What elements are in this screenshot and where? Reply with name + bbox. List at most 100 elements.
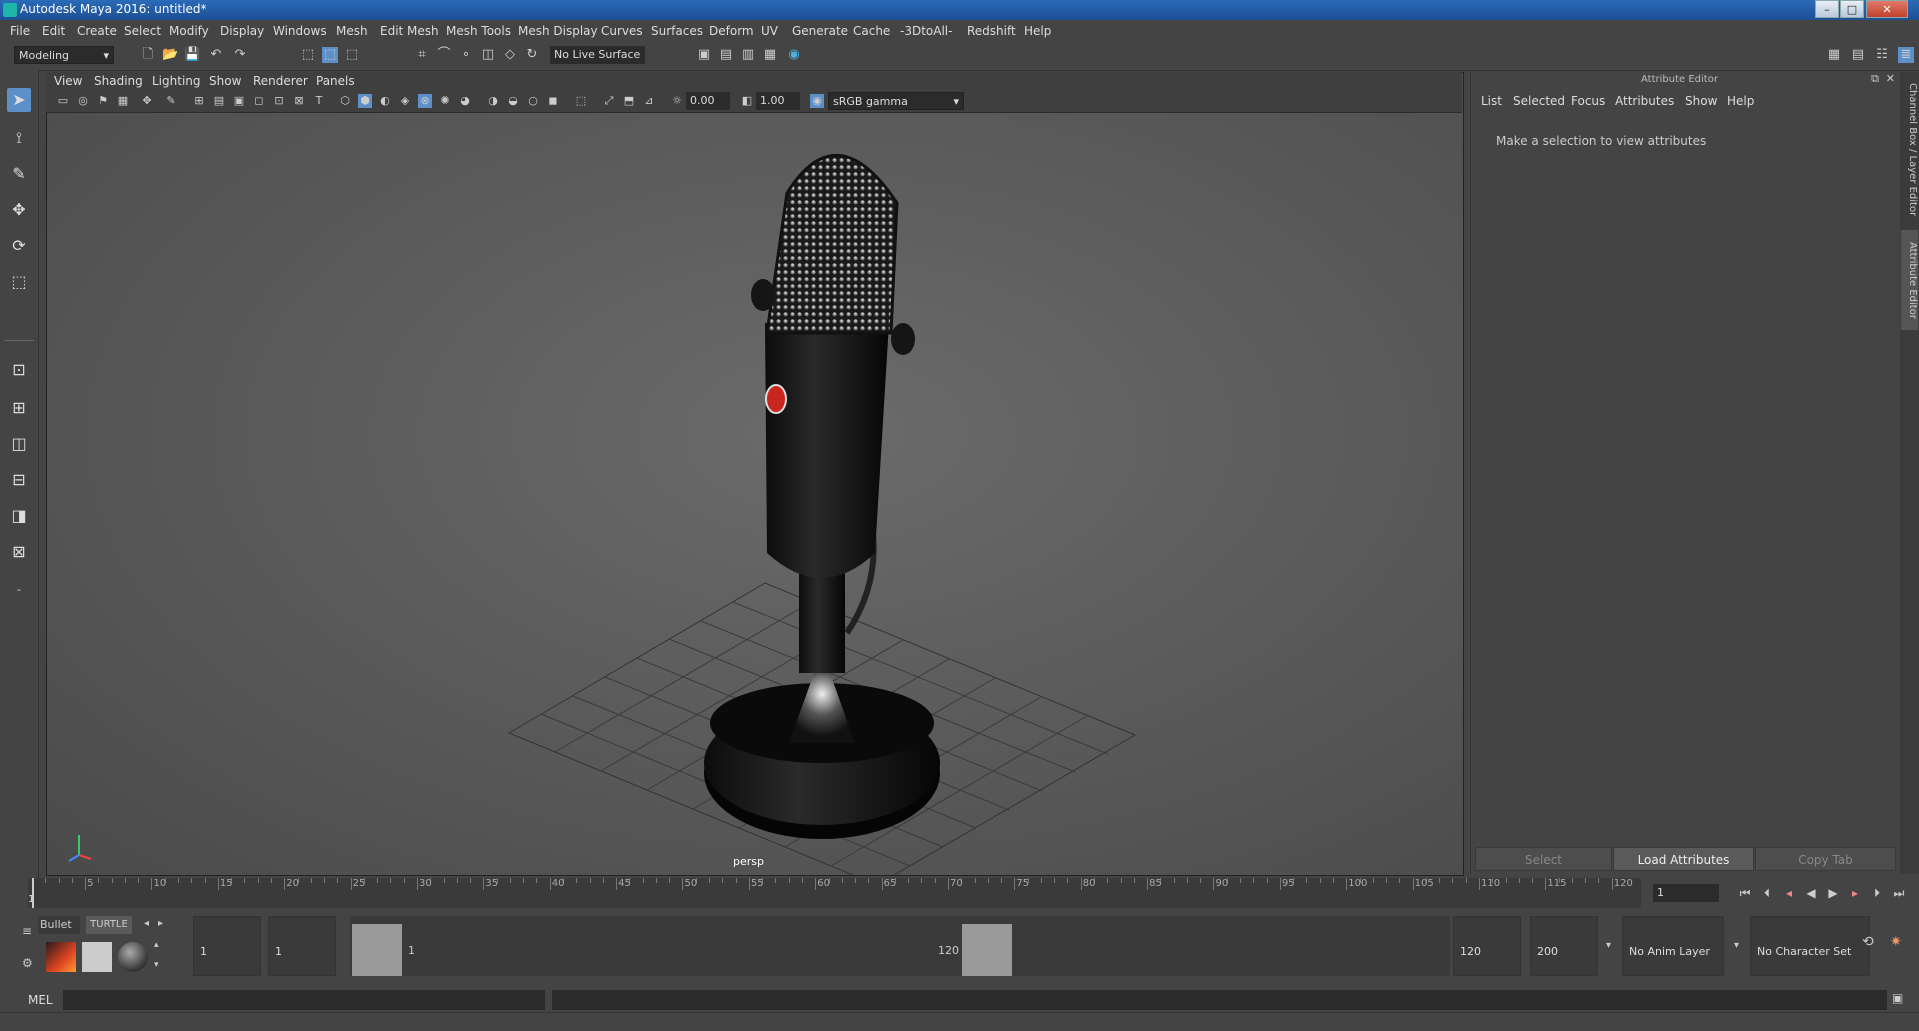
- multisample-icon[interactable]: ◒: [506, 94, 520, 108]
- outliner-icon[interactable]: ☷: [1874, 47, 1890, 63]
- menu-mesh[interactable]: Mesh: [336, 24, 368, 38]
- live-surface-field[interactable]: No Live Surface: [550, 46, 645, 64]
- hypershade-icon[interactable]: ◉: [786, 47, 802, 63]
- menu-surfaces[interactable]: Surfaces: [651, 24, 703, 38]
- shelf-scroll-up-icon[interactable]: ▴: [154, 940, 159, 950]
- anim-prefs-icon[interactable]: ✷: [1890, 934, 1902, 950]
- select-object-icon[interactable]: ⬚: [322, 47, 338, 63]
- shelf-tab-bullet[interactable]: Bullet: [38, 916, 80, 934]
- bookmark-icon[interactable]: ⚑: [96, 94, 110, 108]
- xray-icon[interactable]: ⊗: [418, 94, 432, 108]
- two-pane-layout-icon[interactable]: ◫: [7, 432, 31, 456]
- playback-end-field[interactable]: 120: [1453, 916, 1521, 976]
- two-d-pan-icon[interactable]: ✥: [140, 94, 154, 108]
- render-settings-icon[interactable]: ▣: [696, 47, 712, 63]
- vp-menu-panels[interactable]: Panels: [316, 74, 355, 88]
- playback-start-field[interactable]: 1: [268, 916, 336, 976]
- menu-cache[interactable]: Cache: [853, 24, 890, 38]
- menu-modify[interactable]: Modify: [169, 24, 209, 38]
- tab-channel-box[interactable]: Channel Box / Layer Editor: [1901, 80, 1918, 220]
- step-forward-frame-icon[interactable]: ▸: [1847, 884, 1863, 902]
- menu-uv[interactable]: UV: [761, 24, 778, 38]
- mode-dropdown[interactable]: Modeling ▾: [14, 46, 114, 64]
- image-plane-icon[interactable]: ▦: [116, 94, 130, 108]
- close-button[interactable]: ✕: [1866, 0, 1908, 18]
- attr-menu-show[interactable]: Show: [1685, 94, 1717, 108]
- command-input[interactable]: [63, 990, 545, 1010]
- select-hierarchy-icon[interactable]: ⬚: [300, 47, 316, 63]
- tab-attribute-editor[interactable]: Attribute Editor: [1901, 230, 1918, 330]
- safe-title-icon[interactable]: T: [312, 94, 326, 108]
- menu-redshift[interactable]: Redshift: [967, 24, 1016, 38]
- vp-menu-show[interactable]: Show: [209, 74, 241, 88]
- snap-surface-icon[interactable]: ◇: [502, 47, 518, 63]
- scale-tool-icon[interactable]: ⬚: [7, 270, 31, 294]
- select-component-icon[interactable]: ⬚: [344, 47, 360, 63]
- menu-select[interactable]: Select: [124, 24, 161, 38]
- close-panel-icon[interactable]: ✕: [1886, 72, 1895, 85]
- menu-display[interactable]: Display: [220, 24, 264, 38]
- more-layouts-icon[interactable]: -: [7, 578, 31, 602]
- go-to-start-icon[interactable]: ⏮: [1737, 884, 1753, 902]
- snap-point-icon[interactable]: ∘: [458, 47, 474, 63]
- snap-grid-icon[interactable]: ⌗: [414, 47, 430, 63]
- lasso-tool-icon[interactable]: ⟟: [7, 126, 31, 150]
- snap-live-icon[interactable]: ↻: [524, 47, 540, 63]
- open-scene-icon[interactable]: 📂: [162, 47, 178, 63]
- ambient-occlusion-icon[interactable]: ◕: [458, 94, 472, 108]
- hypershade-layout-icon[interactable]: ⊠: [7, 540, 31, 564]
- graph-layout-icon[interactable]: ◨: [7, 504, 31, 528]
- safe-action-icon[interactable]: ⊠: [292, 94, 306, 108]
- menu-help[interactable]: Help: [1024, 24, 1051, 38]
- smooth-shade-icon[interactable]: ⬢: [358, 94, 372, 108]
- camera-select-icon[interactable]: ▭: [56, 94, 70, 108]
- character-set-dropdown[interactable]: No Character Set: [1750, 916, 1870, 976]
- start-time-field[interactable]: 1: [193, 916, 261, 976]
- shelf-scroll-down-icon[interactable]: ▾: [154, 960, 159, 970]
- attr-menu-list[interactable]: List: [1481, 94, 1502, 108]
- script-editor-icon[interactable]: ▣: [1892, 991, 1903, 1005]
- menu-generate[interactable]: Generate: [792, 24, 848, 38]
- chevron-down-icon[interactable]: ▾: [1606, 940, 1611, 951]
- vp-menu-view[interactable]: View: [54, 74, 82, 88]
- menu-3dtoall[interactable]: -3DtoAll-: [900, 24, 952, 38]
- camera-fit-icon[interactable]: ⊿: [642, 94, 656, 108]
- ipr-render-icon[interactable]: ▥: [740, 47, 756, 63]
- vp-menu-shading[interactable]: Shading: [94, 74, 143, 88]
- paint-select-tool-icon[interactable]: ✎: [7, 162, 31, 186]
- attr-menu-selected[interactable]: Selected: [1513, 94, 1565, 108]
- menu-edit[interactable]: Edit: [42, 24, 65, 38]
- render-view-icon[interactable]: ▦: [762, 47, 778, 63]
- range-end-handle[interactable]: [962, 924, 1012, 976]
- film-gate-icon[interactable]: ▤: [212, 94, 226, 108]
- vp-menu-lighting[interactable]: Lighting: [152, 74, 201, 88]
- menu-curves[interactable]: Curves: [601, 24, 643, 38]
- textured-icon[interactable]: ◈: [398, 94, 412, 108]
- snap-view-icon[interactable]: ◫: [480, 47, 496, 63]
- exposure-field[interactable]: 0.00: [686, 92, 730, 110]
- redo-icon[interactable]: ↷: [232, 47, 248, 63]
- grid-toggle-icon[interactable]: ⊞: [192, 94, 206, 108]
- anim-layer-dropdown[interactable]: No Anim Layer: [1622, 916, 1724, 976]
- grease-pencil-icon[interactable]: ✎: [164, 94, 178, 108]
- workspace-icon[interactable]: ▦: [1826, 47, 1842, 63]
- single-pane-layout-icon[interactable]: ⊡: [7, 358, 31, 382]
- turtle-render-icon[interactable]: [46, 942, 76, 972]
- time-slider[interactable]: 1 51015202530354045505560657075808590951…: [28, 878, 1641, 908]
- toggle-panel-icon[interactable]: ▤: [1850, 47, 1866, 63]
- go-to-end-icon[interactable]: ⏭: [1891, 884, 1907, 902]
- field-chart-icon[interactable]: ⊡: [272, 94, 286, 108]
- step-back-frame-icon[interactable]: ◂: [1781, 884, 1797, 902]
- use-lights-icon[interactable]: ◐: [378, 94, 392, 108]
- shelf-menu-icon[interactable]: ≡: [22, 924, 32, 938]
- gamma-field[interactable]: 1.00: [756, 92, 800, 110]
- shelf-settings-icon[interactable]: ⚙: [22, 956, 33, 970]
- attr-menu-focus[interactable]: Focus: [1571, 94, 1605, 108]
- select-tool-icon[interactable]: ➤: [7, 88, 31, 112]
- range-slider-track[interactable]: 1 120: [350, 916, 1450, 976]
- undo-icon[interactable]: ↶: [208, 47, 224, 63]
- attr-menu-help[interactable]: Help: [1727, 94, 1754, 108]
- depth-of-field-icon[interactable]: ○: [526, 94, 540, 108]
- maximize-button[interactable]: □: [1840, 0, 1864, 18]
- motion-blur-icon[interactable]: ◑: [486, 94, 500, 108]
